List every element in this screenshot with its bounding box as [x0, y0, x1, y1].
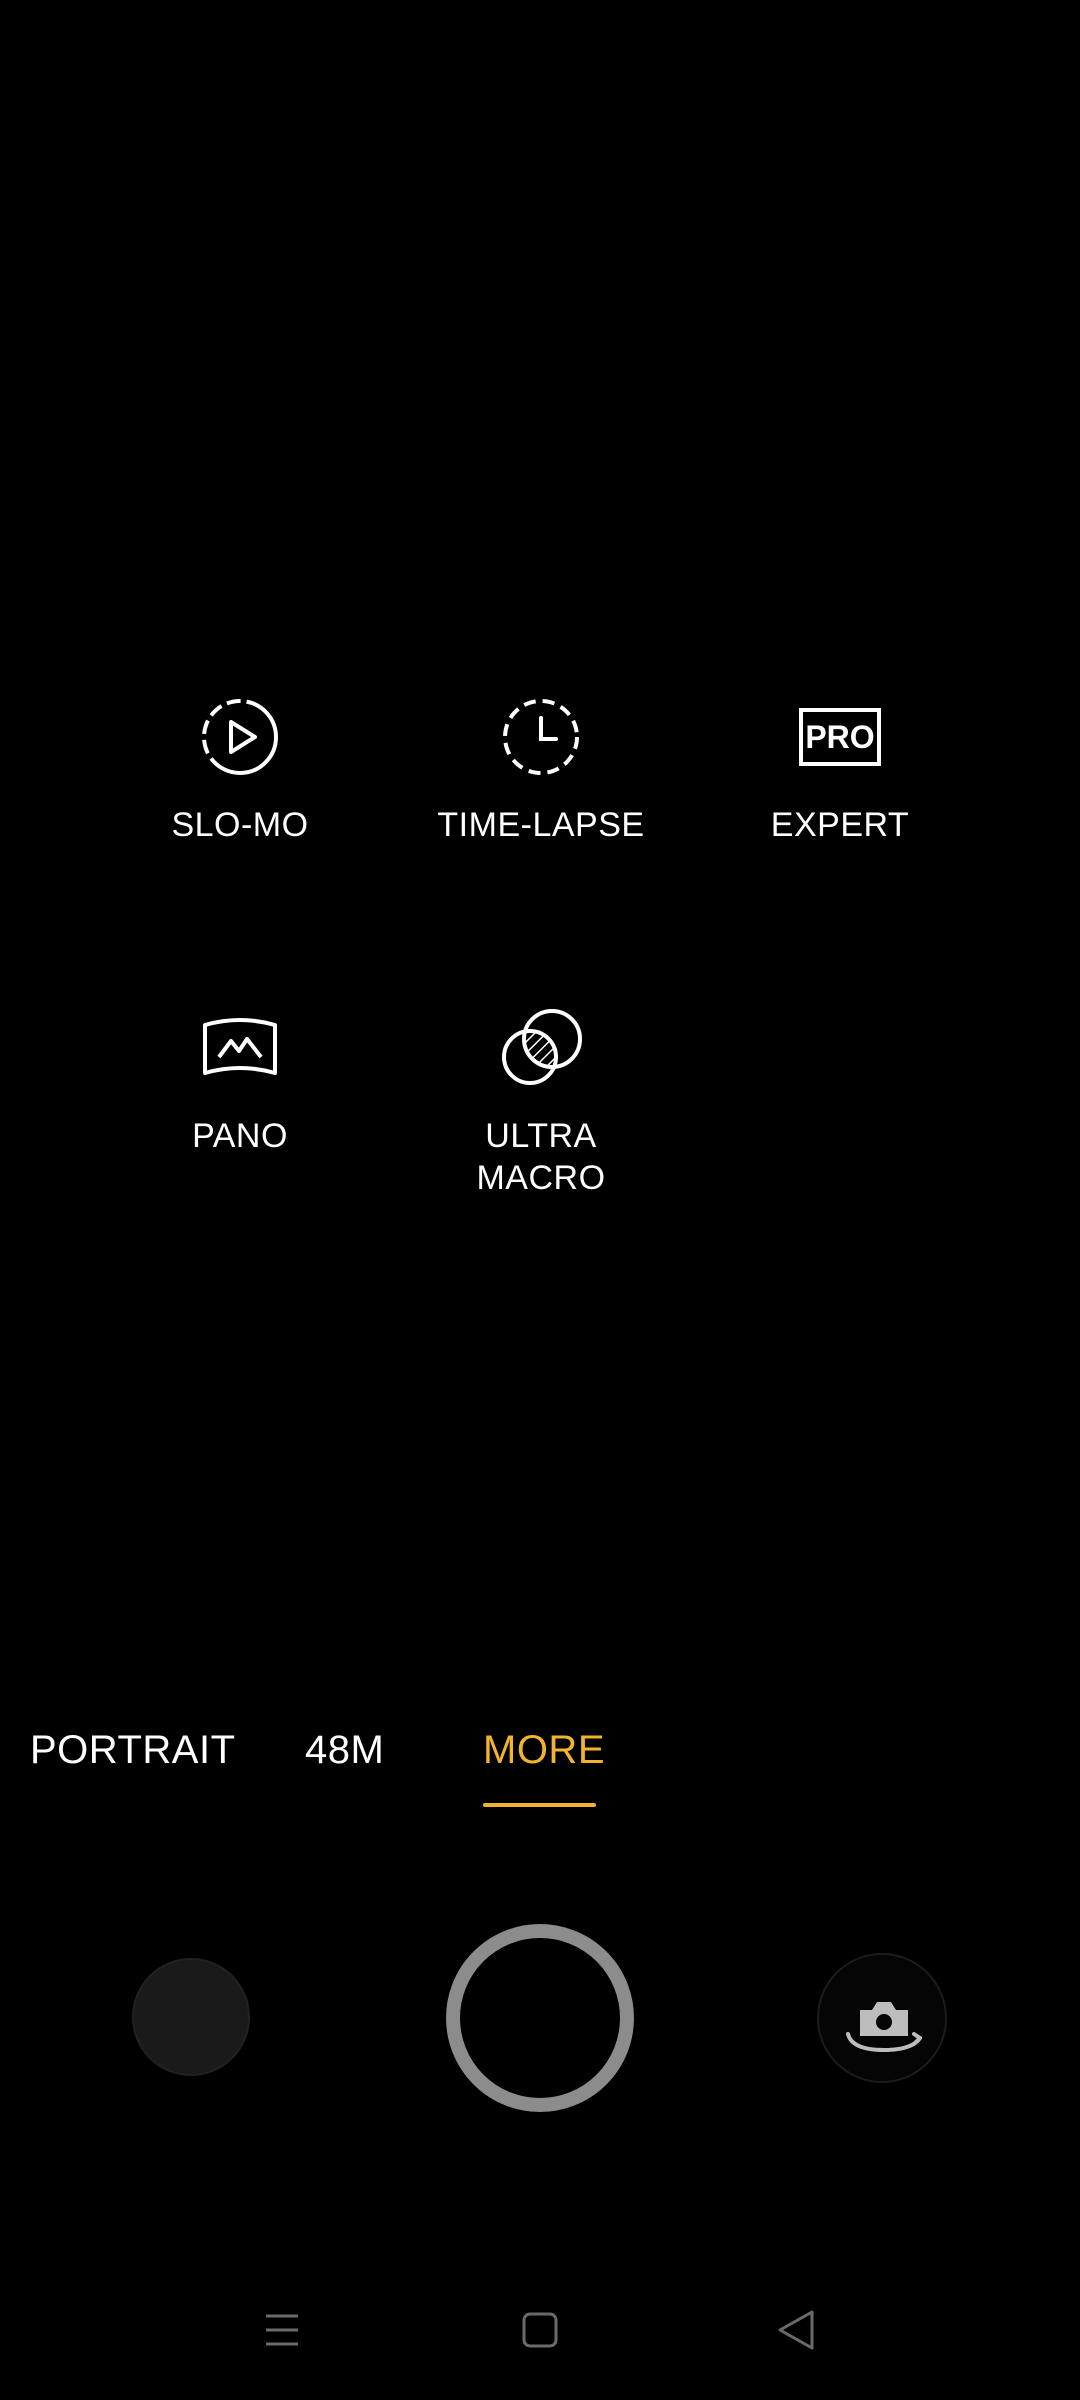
tab-more[interactable]: MORE — [483, 1722, 605, 1778]
pro-icon-text: PRO — [805, 719, 874, 755]
ultra-macro-label: ULTRA MACRO — [476, 1117, 606, 1197]
time-lapse-label: TIME-LAPSE — [437, 806, 645, 844]
camera-screen: SLO-MO TIME-LAPSE PRO EXPERT PANO ULTRA … — [0, 0, 1080, 2400]
home-icon[interactable] — [510, 2300, 570, 2360]
panorama-icon — [203, 1018, 277, 1075]
gallery-thumbnail[interactable] — [132, 1958, 250, 2076]
menu-icon[interactable] — [252, 2300, 312, 2360]
switch-camera-button[interactable] — [817, 1953, 947, 2083]
mode-slo-mo[interactable]: SLO-MO — [90, 692, 390, 846]
mode-ultra-macro[interactable]: ULTRA MACRO — [391, 1003, 691, 1199]
shutter-button[interactable] — [446, 1924, 634, 2112]
pro-icon: PRO — [799, 708, 881, 766]
mode-time-lapse[interactable]: TIME-LAPSE — [391, 692, 691, 846]
mode-expert[interactable]: PRO EXPERT — [690, 692, 990, 846]
mode-pano[interactable]: PANO — [90, 1003, 390, 1157]
active-tab-indicator — [483, 1803, 596, 1807]
tab-portrait[interactable]: PORTRAIT — [30, 1722, 236, 1778]
back-icon[interactable] — [768, 2300, 828, 2360]
expert-label: EXPERT — [770, 806, 910, 844]
slo-mo-icon — [202, 699, 278, 775]
pano-label: PANO — [192, 1117, 288, 1155]
switch-camera-icon — [846, 2002, 922, 2053]
ultra-macro-icon — [502, 1009, 582, 1085]
slo-mo-label: SLO-MO — [171, 806, 309, 844]
tab-48m[interactable]: 48M — [305, 1722, 384, 1778]
time-lapse-icon — [503, 699, 579, 775]
